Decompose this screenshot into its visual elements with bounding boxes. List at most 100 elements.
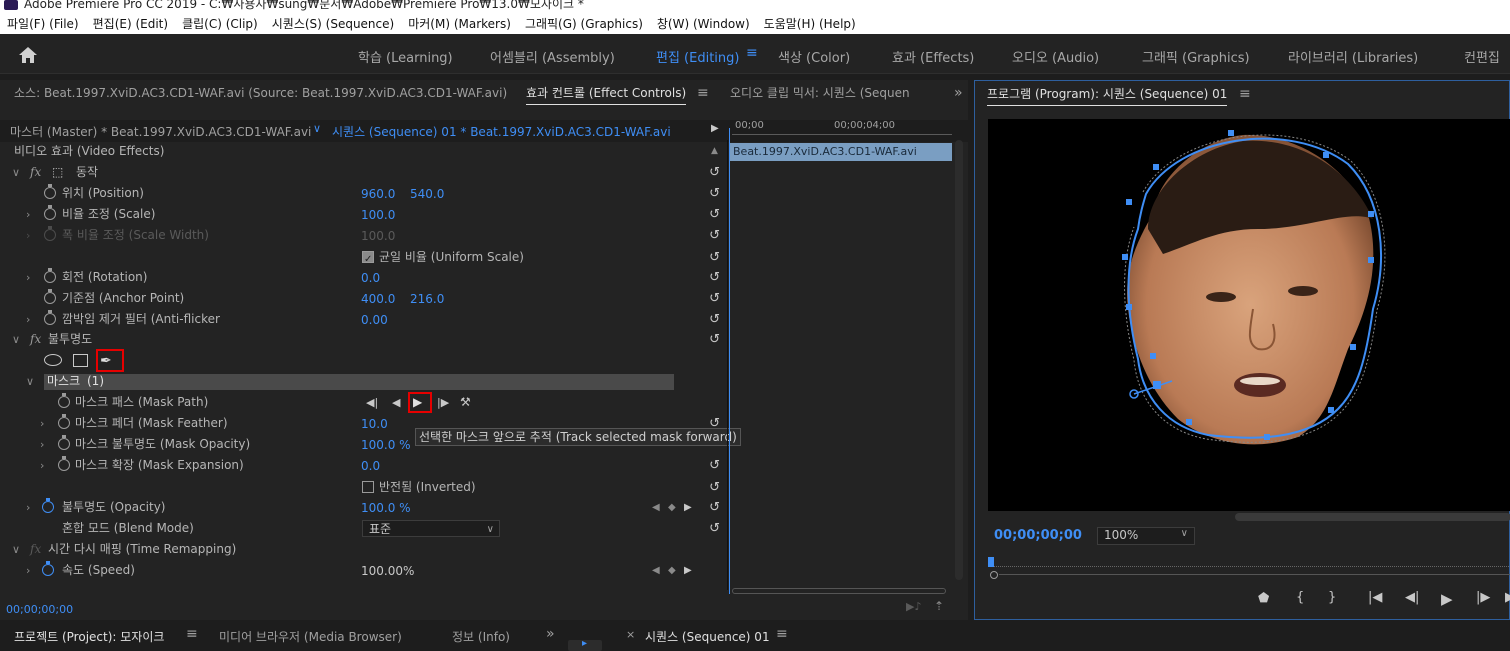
position-y[interactable]: 540.0 xyxy=(410,184,444,205)
menu-clip[interactable]: 클립(C) (Clip) xyxy=(175,15,265,32)
wrench-icon[interactable]: ⚒ xyxy=(460,392,471,413)
workspace-color[interactable]: 색상 (Color) xyxy=(778,47,850,66)
ec-timecode[interactable]: 00;00;00;00 xyxy=(6,603,73,616)
workspace-editing[interactable]: 편집 (Editing) xyxy=(656,47,739,66)
chevron-down-icon[interactable]: ∨ xyxy=(26,371,34,392)
ec-zoom-bar[interactable] xyxy=(732,588,946,594)
ec-scrollbar[interactable] xyxy=(955,140,963,580)
tab-info[interactable]: 정보 (Info) xyxy=(452,628,510,645)
stopwatch-icon[interactable] xyxy=(58,393,70,408)
panel-menu-icon[interactable]: ≡ xyxy=(776,626,788,642)
program-monitor-title[interactable]: 프로그램 (Program): 시퀀스 (Sequence) 01 xyxy=(987,81,1228,107)
reset-icon[interactable]: ↺ xyxy=(709,329,720,350)
ec-playhead[interactable] xyxy=(729,128,730,594)
reset-icon[interactable]: ↺ xyxy=(709,288,720,309)
uniform-scale-checkbox[interactable] xyxy=(362,249,374,270)
tab-media-browser[interactable]: 미디어 브라우저 (Media Browser) xyxy=(219,628,402,645)
fx-icon[interactable]: fx xyxy=(30,329,41,350)
reset-icon[interactable]: ↺ xyxy=(709,162,720,183)
ellipse-mask-icon[interactable] xyxy=(44,354,62,366)
reset-icon[interactable]: ↺ xyxy=(709,247,720,268)
scroll-up-icon[interactable]: ▲ xyxy=(711,141,718,162)
audio-icon[interactable]: ▶♪ xyxy=(906,600,921,613)
chevron-right-icon[interactable]: › xyxy=(26,497,30,518)
chevron-right-icon[interactable]: › xyxy=(26,204,30,225)
program-timecode[interactable]: 00;00;00;00 xyxy=(994,528,1082,543)
close-icon[interactable]: × xyxy=(626,628,635,641)
program-time-ruler[interactable] xyxy=(990,555,1510,567)
selection-tool-icon[interactable]: ▸ xyxy=(582,638,587,649)
mask-opacity-value[interactable]: 100.0 % xyxy=(361,435,411,456)
chevron-down-icon[interactable]: ∨ xyxy=(12,162,20,183)
reset-icon[interactable]: ↺ xyxy=(709,455,720,476)
export-icon[interactable]: ⇡ xyxy=(934,599,944,613)
reset-icon[interactable]: ↺ xyxy=(709,497,720,518)
blend-mode-select[interactable]: 표준 ∨ xyxy=(362,520,500,537)
reset-icon[interactable]: ↺ xyxy=(709,183,720,204)
rectangle-mask-icon[interactable] xyxy=(73,354,88,367)
program-zoom-track[interactable] xyxy=(999,574,1510,575)
menu-edit[interactable]: 편집(E) (Edit) xyxy=(86,15,175,32)
mask-selected-bar[interactable] xyxy=(44,374,674,390)
stopwatch-icon[interactable] xyxy=(58,414,70,429)
chevron-right-icon[interactable]: › xyxy=(26,560,30,581)
zoom-select[interactable]: 100% ∨ xyxy=(1097,527,1195,545)
workspace-menu-icon[interactable]: ≡ xyxy=(746,45,758,61)
program-scrollbar[interactable] xyxy=(1235,513,1510,521)
motion-row[interactable]: ∨ fx ⬚ 동작 ↺ xyxy=(0,162,722,183)
master-clip-label[interactable]: 마스터 (Master) * Beat.1997.XviD.AC3.CD1-WA… xyxy=(10,123,311,140)
tab-source[interactable]: 소스: Beat.1997.XviD.AC3.CD1-WAF.avi (Sour… xyxy=(14,80,507,106)
workspace-libraries[interactable]: 라이브러리 (Libraries) xyxy=(1288,47,1418,66)
stopwatch-icon[interactable] xyxy=(44,289,56,304)
tab-project[interactable]: 프로젝트 (Project): 모자이크 xyxy=(14,628,164,645)
reset-icon[interactable]: ↺ xyxy=(709,204,720,225)
workspace-graphics[interactable]: 그래픽 (Graphics) xyxy=(1142,47,1250,66)
reset-icon[interactable]: ↺ xyxy=(709,518,720,539)
mark-out-icon[interactable]: } xyxy=(1328,590,1336,605)
time-remap-row[interactable]: ∨ fx 시간 다시 매핑 (Time Remapping) xyxy=(0,539,722,560)
transform-icon[interactable]: ⬚ xyxy=(52,162,63,183)
chevron-right-icon[interactable]: › xyxy=(40,413,44,434)
chevron-down-icon[interactable]: ∨ xyxy=(313,122,321,135)
reset-icon[interactable]: ↺ xyxy=(709,477,720,498)
menu-window[interactable]: 창(W) (Window) xyxy=(650,15,757,32)
stopwatch-icon[interactable] xyxy=(44,268,56,283)
more-tabs-icon[interactable]: » xyxy=(546,626,555,642)
stopwatch-icon[interactable] xyxy=(44,310,56,325)
stopwatch-icon[interactable] xyxy=(44,184,56,199)
panel-menu-icon[interactable]: ≡ xyxy=(186,626,198,642)
prev-keyframe-icon[interactable]: ◀ xyxy=(652,497,660,518)
next-keyframe-icon[interactable]: ▶ xyxy=(684,560,692,581)
program-video-frame[interactable] xyxy=(988,119,1510,511)
sequence-clip-label[interactable]: 시퀀스 (Sequence) 01 * Beat.1997.XviD.AC3.C… xyxy=(332,123,671,140)
rotation-value[interactable]: 0.0 xyxy=(361,268,380,289)
mask-expansion-value[interactable]: 0.0 xyxy=(361,456,380,477)
fx-icon[interactable]: fx xyxy=(30,162,41,183)
position-x[interactable]: 960.0 xyxy=(361,184,395,205)
tab-effect-controls[interactable]: 효과 컨트롤 (Effect Controls) xyxy=(526,80,687,106)
stopwatch-icon[interactable] xyxy=(42,561,54,576)
chevron-right-icon[interactable]: › xyxy=(40,455,44,476)
next-keyframe-icon[interactable]: ▶ xyxy=(684,497,692,518)
menu-markers[interactable]: 마커(M) (Markers) xyxy=(401,15,518,32)
workspace-more[interactable]: 컨편집 xyxy=(1464,47,1500,66)
home-icon[interactable] xyxy=(18,46,38,64)
go-to-in-icon[interactable]: |◀ xyxy=(1368,590,1382,605)
play-only-clip-icon[interactable]: ▶ xyxy=(711,123,719,134)
track-backward-icon[interactable]: ◀| xyxy=(366,392,378,413)
scale-value[interactable]: 100.0 xyxy=(361,205,395,226)
go-to-out-icon[interactable]: ▶ xyxy=(1505,590,1510,605)
mask-row[interactable]: ∨ 마스크 (1) xyxy=(0,371,722,392)
menu-sequence[interactable]: 시퀀스(S) (Sequence) xyxy=(265,15,401,32)
speed-value[interactable]: 100.00% xyxy=(361,561,414,582)
workspace-audio[interactable]: 오디오 (Audio) xyxy=(1012,47,1099,66)
chevron-down-icon[interactable]: ∨ xyxy=(12,539,20,560)
reset-icon[interactable]: ↺ xyxy=(709,267,720,288)
more-tabs-icon[interactable]: » xyxy=(954,80,963,106)
step-back-icon[interactable]: ◀| xyxy=(1405,590,1419,605)
fx-icon[interactable]: fx xyxy=(30,539,41,560)
mark-in-icon[interactable]: { xyxy=(1296,590,1304,605)
tab-audio-clip-mixer[interactable]: 오디오 클립 믹서: 시퀀스 (Sequen xyxy=(730,80,910,106)
track-forward-all-icon[interactable]: |▶ xyxy=(437,392,449,413)
stopwatch-icon[interactable] xyxy=(58,435,70,450)
